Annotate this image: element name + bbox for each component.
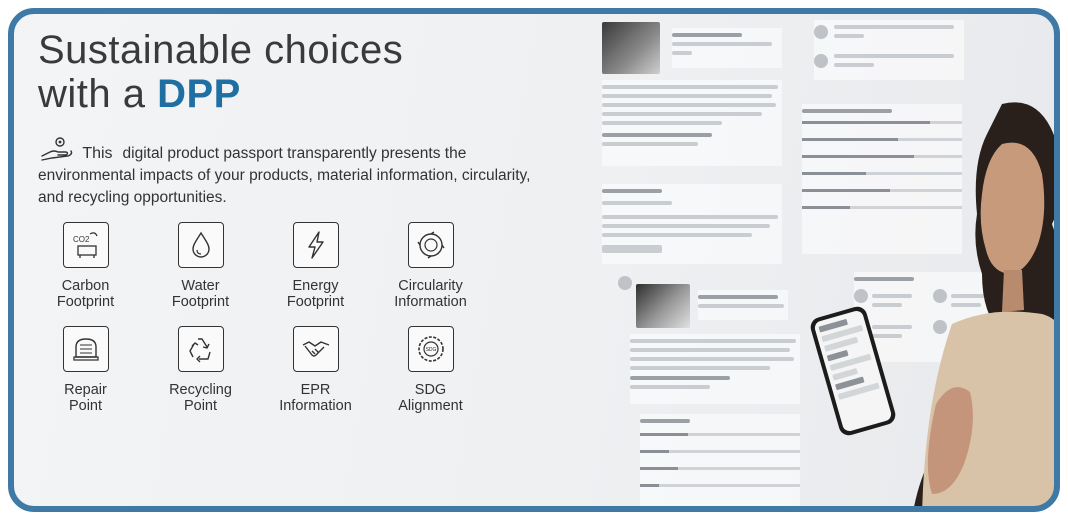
feature-grid: CO2 Carbon Footprint Water Footprint Ene…: [28, 222, 488, 416]
circular-arrows-icon: [416, 231, 445, 259]
intro-paragraph: This digital product passport transparent…: [38, 136, 558, 209]
feature-water-footprint: Water Footprint: [143, 222, 258, 312]
feature-label: Water Footprint: [171, 278, 230, 310]
brand-info-block: [672, 28, 782, 68]
feature-label: EPR Information: [279, 382, 352, 414]
woman-with-phone-illustration: [914, 102, 1054, 506]
dpp-banner: Sustainable choices with a DPP This digit…: [8, 8, 1060, 512]
radio-icon: [618, 276, 632, 290]
product-thumbnail: [602, 22, 660, 74]
svg-text:CO2: CO2: [73, 235, 90, 244]
handshake-icon: [302, 341, 329, 357]
water-drop-icon: [191, 231, 210, 258]
sewing-icon: [72, 338, 99, 361]
feature-repair-point: Repair Point: [28, 326, 143, 416]
feature-label: Energy Footprint: [286, 278, 345, 310]
feature-recycling-point: Recycling Point: [143, 326, 258, 416]
feature-energy-footprint: Energy Footprint: [258, 222, 373, 312]
product-thumbnail-2: [636, 284, 690, 328]
feature-label: Recycling Point: [169, 382, 232, 414]
product-footprint-block: [640, 414, 800, 506]
feature-sdg-alignment: SDG SDG Alignment: [373, 326, 488, 416]
feature-epr-information: EPR Information: [258, 326, 373, 416]
description-block: [630, 334, 800, 404]
hand-gear-icon: [41, 137, 73, 161]
svg-text:SDG: SDG: [425, 347, 436, 353]
feature-carbon-footprint: CO2 Carbon Footprint: [28, 222, 143, 312]
feature-circularity-information: Circularity Information: [373, 222, 488, 312]
sdg-icon: SDG: [417, 336, 444, 362]
impact-summary-block: [814, 20, 964, 80]
feature-label: Circularity Information: [394, 278, 467, 310]
title-accent: DPP: [157, 72, 241, 116]
repair-text-block: [602, 80, 782, 166]
brand-info-block-2: [698, 290, 788, 320]
feature-label: Repair Point: [64, 382, 107, 414]
feature-label: Carbon Footprint: [56, 278, 115, 310]
recycle-icon: [188, 338, 211, 363]
intro-lead: This: [82, 145, 113, 162]
feature-label: SDG Alignment: [398, 382, 463, 414]
page-title: Sustainable choices with a DPP: [38, 28, 403, 116]
title-prefix: with a: [38, 72, 158, 116]
title-line-2: with a DPP: [38, 72, 403, 116]
lightning-icon: [307, 231, 324, 259]
second-life-block: [602, 184, 782, 264]
passport-mockup-collage: [602, 14, 1054, 506]
title-line-1: Sustainable choices: [38, 28, 404, 72]
carbon-icon: CO2: [73, 232, 98, 258]
